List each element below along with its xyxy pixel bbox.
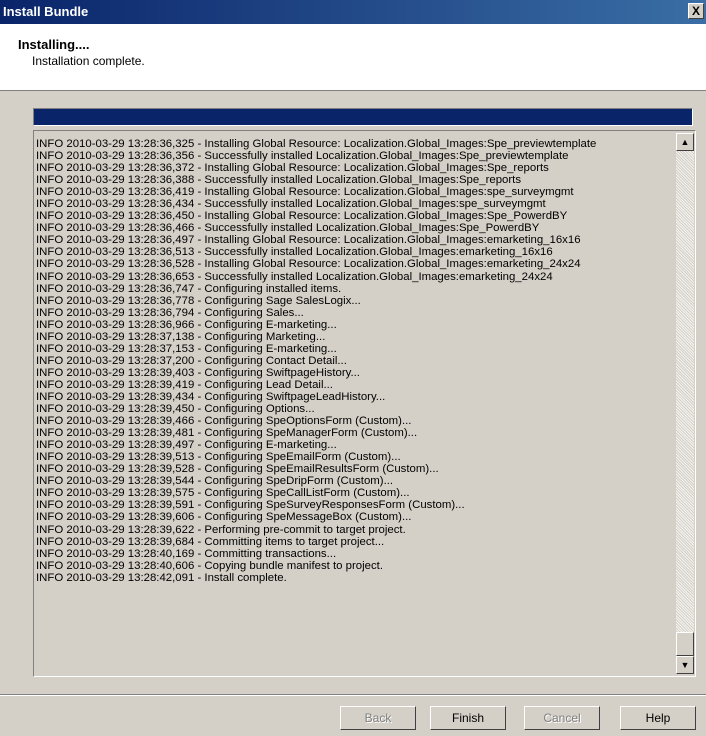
log-line: INFO 2010-03-29 13:28:36,497 - Installin…: [36, 234, 581, 247]
log-line: INFO 2010-03-29 13:28:36,419 - Installin…: [36, 186, 574, 199]
log-line: INFO 2010-03-29 13:28:36,466 - Successfu…: [36, 222, 540, 235]
log-line: INFO 2010-03-29 13:28:36,513 - Successfu…: [36, 246, 553, 259]
log-line: INFO 2010-03-29 13:28:39,481 - Configuri…: [36, 427, 418, 440]
divider: [0, 694, 706, 696]
progress-bar-fill: [34, 109, 692, 125]
log-line: INFO 2010-03-29 13:28:40,169 - Committin…: [36, 547, 337, 560]
progress-bar: [33, 108, 693, 126]
log-line: INFO 2010-03-29 13:28:39,606 - Configuri…: [36, 511, 412, 524]
log-line: INFO 2010-03-29 13:28:37,200 - Configuri…: [36, 354, 347, 367]
close-icon[interactable]: X: [688, 3, 704, 19]
vertical-scrollbar[interactable]: ▲ ▼: [676, 133, 694, 674]
log-line: INFO 2010-03-29 13:28:39,684 - Committin…: [36, 535, 385, 548]
scroll-up-icon[interactable]: ▲: [676, 133, 694, 151]
log-line: INFO 2010-03-29 13:28:36,450 - Installin…: [36, 210, 568, 223]
log-line: INFO 2010-03-29 13:28:36,747 - Configuri…: [36, 282, 342, 295]
log-line: INFO 2010-03-29 13:28:39,497 - Configuri…: [36, 439, 337, 452]
log-line: INFO 2010-03-29 13:28:39,513 - Configuri…: [36, 451, 401, 464]
install-log[interactable]: INFO 2010-03-29 13:28:36,325 - Installin…: [33, 130, 696, 677]
log-line: INFO 2010-03-29 13:28:36,372 - Installin…: [36, 162, 549, 175]
log-line: INFO 2010-03-29 13:28:42,091 - Install c…: [36, 571, 287, 584]
log-line: INFO 2010-03-29 13:28:39,434 - Configuri…: [36, 390, 386, 403]
status-text: Installation complete.: [32, 54, 145, 68]
log-line: INFO 2010-03-29 13:28:36,528 - Installin…: [36, 258, 581, 271]
log-line: INFO 2010-03-29 13:28:39,419 - Configuri…: [36, 378, 333, 391]
log-line: INFO 2010-03-29 13:28:39,403 - Configuri…: [36, 366, 360, 379]
log-line: INFO 2010-03-29 13:28:36,966 - Configuri…: [36, 318, 337, 331]
log-line: INFO 2010-03-29 13:28:39,575 - Configuri…: [36, 487, 410, 500]
back-button[interactable]: Back: [340, 706, 416, 730]
log-line: INFO 2010-03-29 13:28:39,622 - Performin…: [36, 523, 406, 536]
help-button[interactable]: Help: [620, 706, 696, 730]
log-line: INFO 2010-03-29 13:28:36,778 - Configuri…: [36, 294, 361, 307]
log-line: INFO 2010-03-29 13:28:39,591 - Configuri…: [36, 499, 465, 512]
log-line: INFO 2010-03-29 13:28:37,138 - Configuri…: [36, 330, 326, 343]
scrollbar-thumb[interactable]: [676, 632, 694, 656]
wizard-header: Installing.... Installation complete.: [0, 24, 706, 91]
finish-button[interactable]: Finish: [430, 706, 506, 730]
log-line: INFO 2010-03-29 13:28:36,794 - Configuri…: [36, 306, 304, 319]
log-line: INFO 2010-03-29 13:28:36,388 - Successfu…: [36, 174, 522, 187]
window-titlebar: Install Bundle X: [0, 0, 706, 24]
scroll-down-icon[interactable]: ▼: [676, 656, 694, 674]
log-line: INFO 2010-03-29 13:28:39,544 - Configuri…: [36, 475, 394, 488]
page-title: Installing....: [18, 37, 90, 52]
log-line: INFO 2010-03-29 13:28:36,356 - Successfu…: [36, 150, 569, 163]
log-line: INFO 2010-03-29 13:28:37,153 - Configuri…: [36, 342, 337, 355]
cancel-button[interactable]: Cancel: [524, 706, 600, 730]
log-list: INFO 2010-03-29 13:28:36,325 - Installin…: [36, 138, 672, 584]
log-line: INFO 2010-03-29 13:28:36,325 - Installin…: [36, 138, 597, 150]
log-line: INFO 2010-03-29 13:28:39,466 - Configuri…: [36, 415, 412, 428]
window-title: Install Bundle: [3, 4, 89, 19]
log-line: INFO 2010-03-29 13:28:36,434 - Successfu…: [36, 198, 546, 211]
log-line: INFO 2010-03-29 13:28:40,606 - Copying b…: [36, 559, 383, 572]
log-line: INFO 2010-03-29 13:28:36,653 - Successfu…: [36, 270, 553, 283]
log-line: INFO 2010-03-29 13:28:39,450 - Configuri…: [36, 403, 315, 416]
log-line: INFO 2010-03-29 13:28:39,528 - Configuri…: [36, 463, 439, 476]
